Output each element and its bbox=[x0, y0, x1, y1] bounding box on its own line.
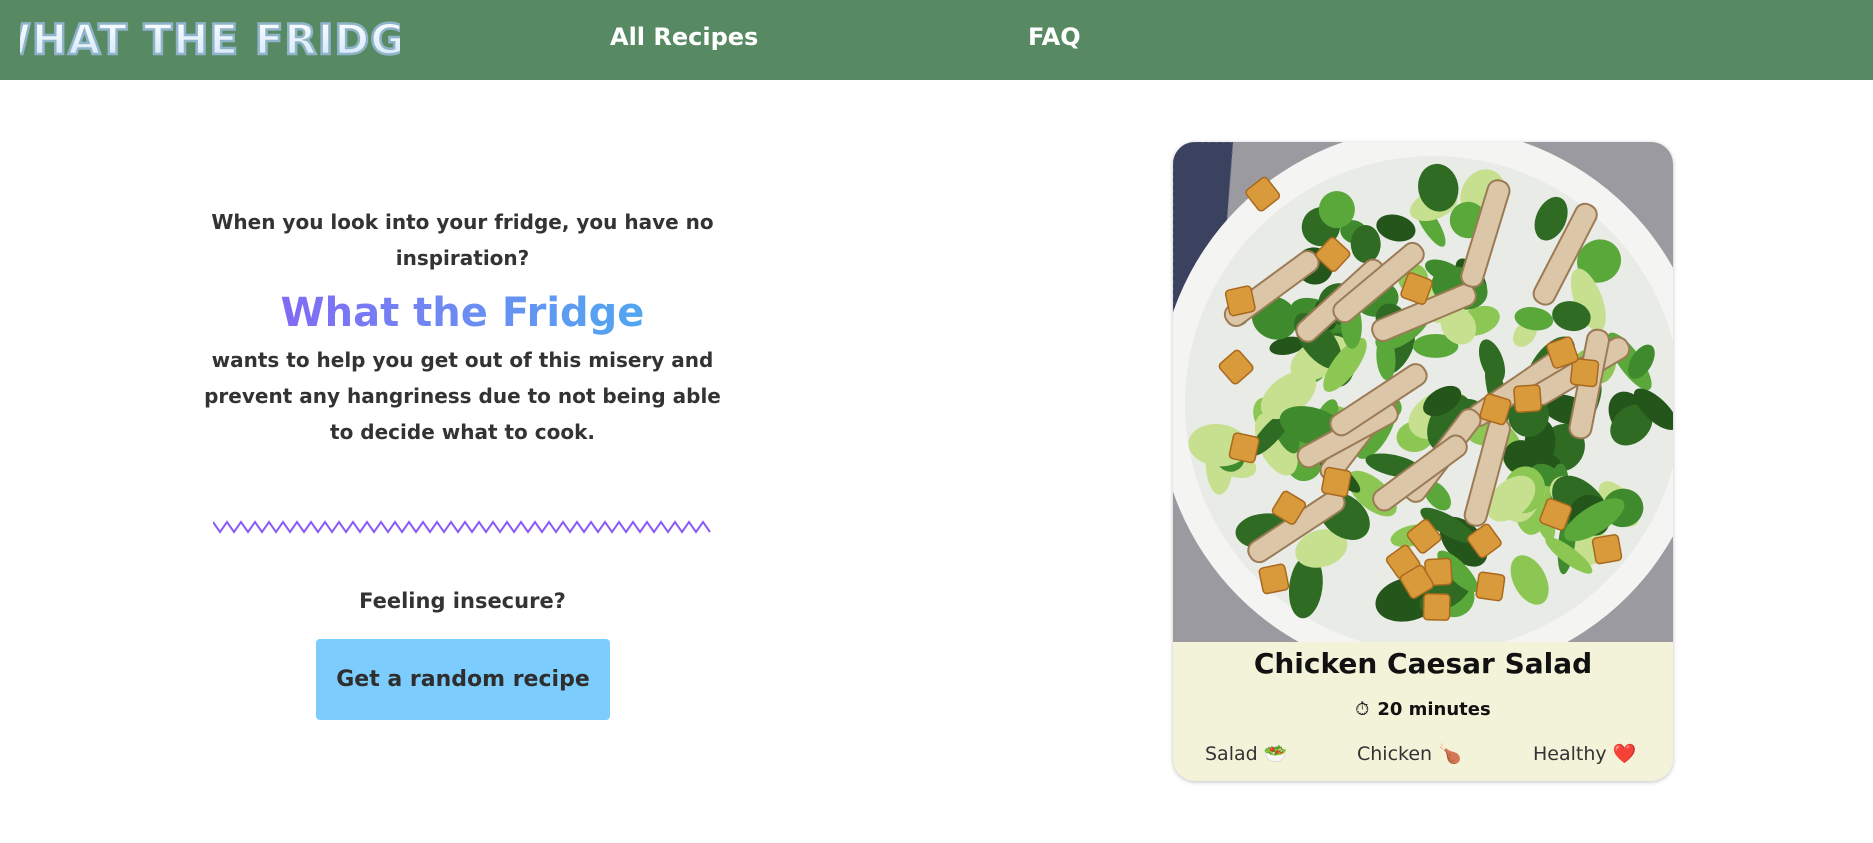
recipe-time-value: 20 minutes bbox=[1377, 699, 1491, 720]
site-logo[interactable]: WHAT THE FRIDGE bbox=[20, 8, 400, 68]
heart-emoji-icon: ❤️ bbox=[1612, 743, 1637, 765]
intro-description: wants to help you get out of this misery… bbox=[204, 348, 721, 444]
logo-text: WHAT THE FRIDGE bbox=[20, 15, 400, 64]
recipe-title: Chicken Caesar Salad bbox=[1253, 647, 1593, 680]
tag-healthy: Healthy ❤️ bbox=[1533, 743, 1637, 765]
recipe-image bbox=[1173, 142, 1673, 642]
brand-heading: What the Fridge bbox=[200, 286, 725, 340]
recipe-tags: Salad 🥗 Chicken 🍗 Healthy ❤️ bbox=[1173, 739, 1673, 769]
salad-emoji-icon: 🥗 bbox=[1263, 743, 1288, 765]
feeling-insecure-text: Feeling insecure? bbox=[359, 589, 566, 613]
tag-salad: Salad 🥗 bbox=[1205, 743, 1288, 765]
recipe-time: ⏱ 20 minutes bbox=[1173, 696, 1673, 724]
top-navbar: WHAT THE FRIDGE All Recipes FAQ bbox=[0, 0, 1873, 80]
recipe-card[interactable]: Chicken Caesar Salad ⏱ 20 minutes Salad 🥗 … bbox=[1173, 142, 1673, 781]
intro-question: When you look into your fridge, you have… bbox=[211, 210, 714, 270]
salad-photo bbox=[1173, 142, 1673, 642]
drumstick-emoji-icon: 🍗 bbox=[1438, 743, 1462, 765]
nav-faq[interactable]: FAQ bbox=[1028, 22, 1081, 52]
random-recipe-button[interactable]: Get a random recipe bbox=[316, 639, 610, 720]
tag-chicken: Chicken 🍗 bbox=[1357, 743, 1462, 765]
logo-wordmark: WHAT THE FRIDGE bbox=[20, 14, 400, 66]
stopwatch-icon: ⏱ bbox=[1355, 699, 1370, 720]
intro-section: When you look into your fridge, you have… bbox=[200, 204, 725, 450]
nav-all-recipes[interactable]: All Recipes bbox=[610, 22, 758, 52]
zigzag-divider bbox=[213, 520, 713, 534]
